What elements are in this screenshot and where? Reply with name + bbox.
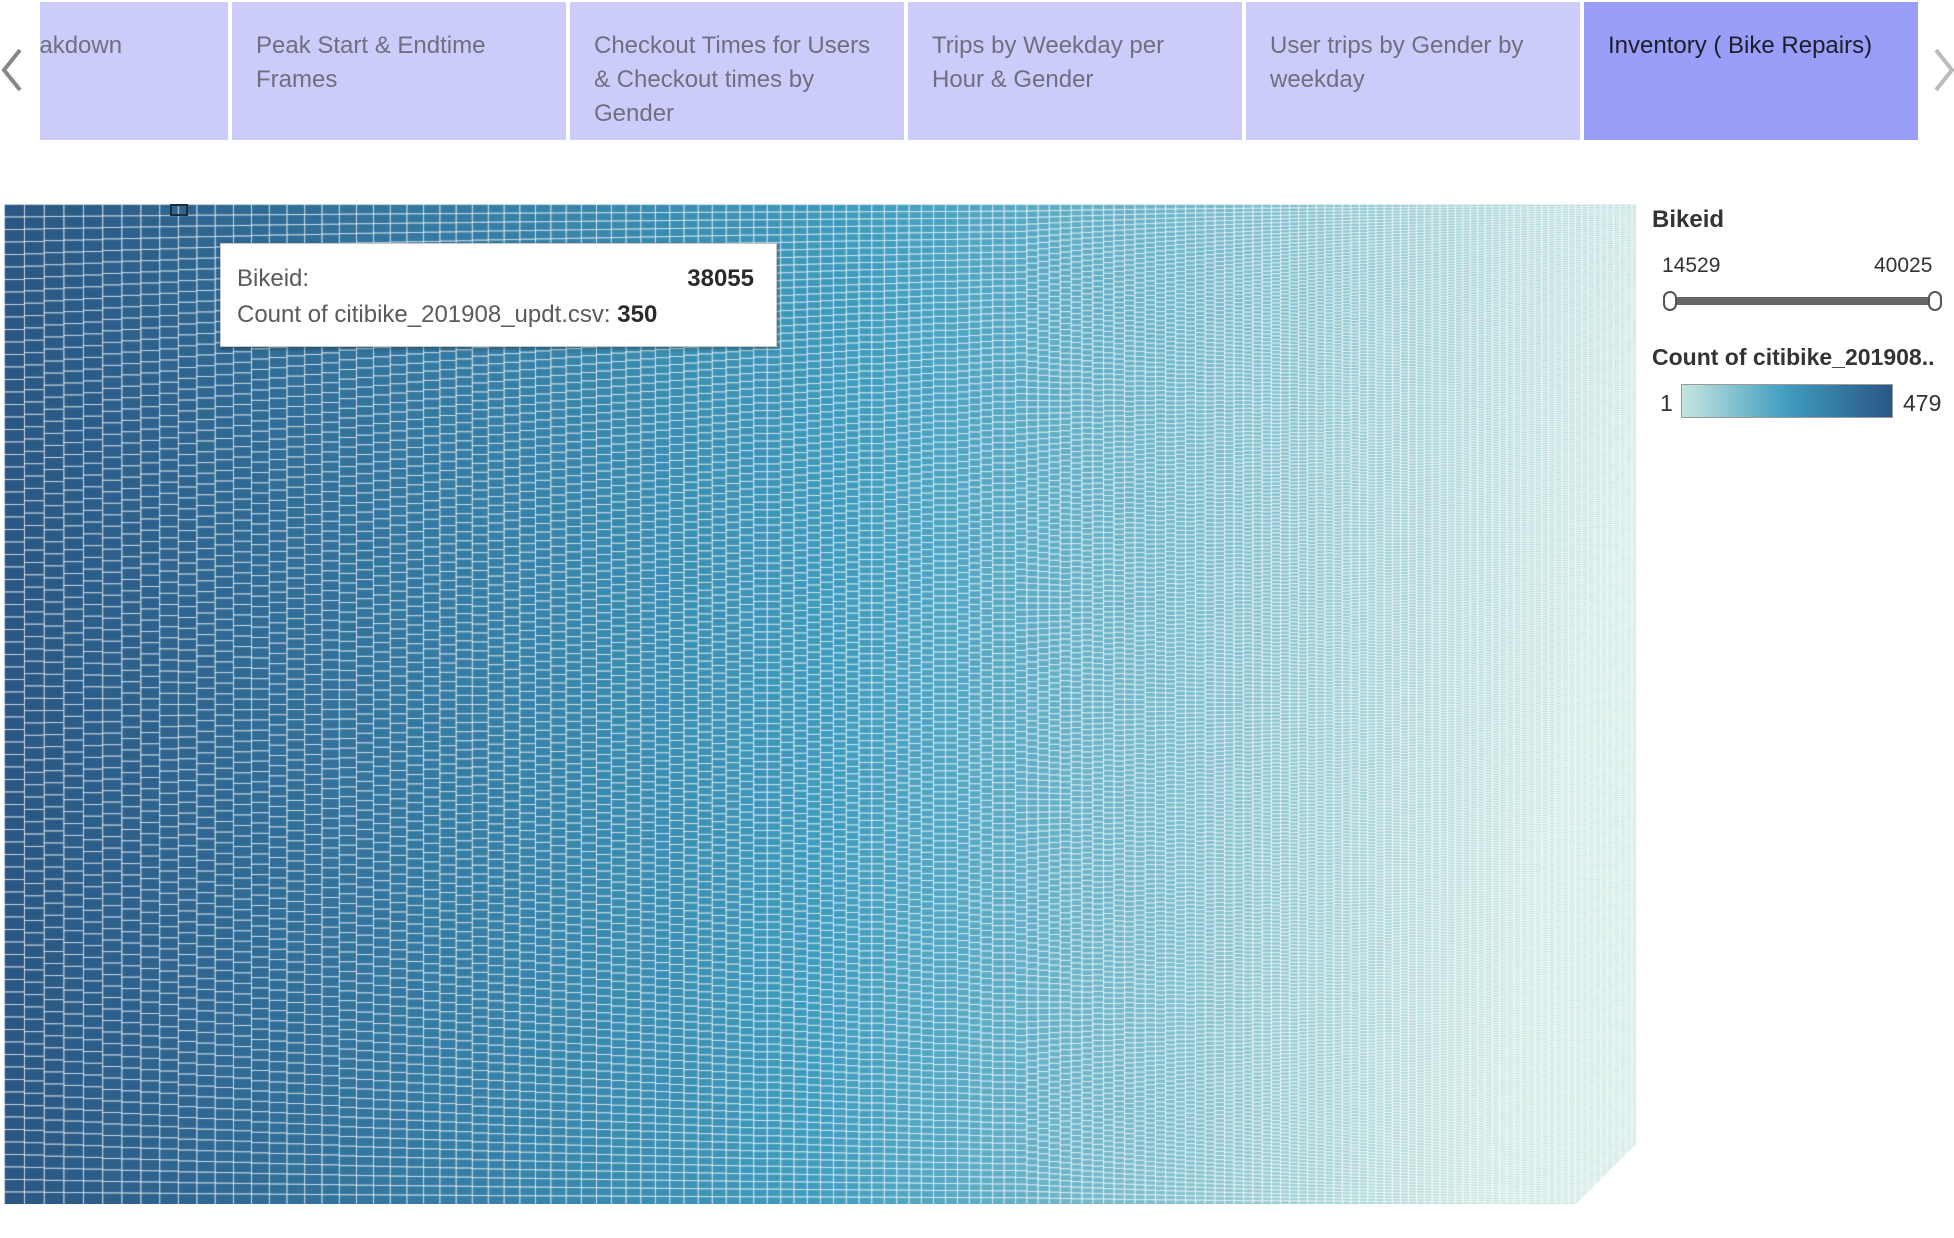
tab-user-trips-gender[interactable]: User trips by Gender by weekday: [1246, 2, 1580, 140]
tooltip-row-count: Count of citibike_201908_updt.csv: 350: [237, 297, 754, 333]
tab-label: Trips by Weekday per Hour & Gender: [932, 32, 1165, 93]
tooltip-row-bikeid: Bikeid: 38055: [237, 261, 754, 297]
tab-trips-by-weekday[interactable]: Trips by Weekday per Hour & Gender: [908, 2, 1242, 140]
treemap-canvas[interactable]: [4, 204, 1636, 1204]
tab-label: Peak Start & Endtime Frames: [256, 32, 486, 93]
color-legend-min: 1: [1660, 390, 1673, 416]
tooltip-bikeid-label: Bikeid:: [237, 265, 310, 292]
tooltip-count-value: 350: [617, 301, 658, 328]
slider-handle-min[interactable]: [1663, 291, 1677, 311]
tab-label: Checkout Times for Users & Checkout time…: [594, 32, 871, 127]
bikeid-range-min: 14529: [1662, 254, 1721, 277]
chevron-left-icon[interactable]: [0, 40, 30, 100]
bikeid-filter-title: Bikeid: [1652, 206, 1725, 233]
tab-label: User trips by Gender by weekday: [1270, 32, 1524, 93]
tab-checkout-times[interactable]: Checkout Times for Users & Checkout time…: [570, 2, 904, 140]
chevron-right-icon[interactable]: [1930, 40, 1954, 100]
tab-label: Inventory ( Bike Repairs): [1608, 32, 1873, 59]
color-legend-max: 479: [1903, 390, 1942, 416]
color-legend-ramp: [1681, 384, 1893, 418]
bikeid-treemap[interactable]: [4, 204, 1636, 1204]
bikeid-range-max: 40025: [1874, 254, 1933, 277]
tab-breakdown[interactable]: eakdown: [40, 2, 228, 140]
tooltip-count-label: Count of citibike_201908_updt.csv:: [237, 301, 611, 328]
tab-peak-start-endtime[interactable]: Peak Start & Endtime Frames: [232, 2, 566, 140]
bikeid-range-slider[interactable]: [1668, 297, 1936, 305]
color-legend-title: Count of citibike_201908..: [1652, 344, 1935, 370]
story-tab-strip: eakdown Peak Start & Endtime Frames Chec…: [40, 2, 1918, 140]
tab-inventory-bike-repairs[interactable]: Inventory ( Bike Repairs): [1584, 2, 1918, 140]
tooltip: Bikeid: 38055 Count of citibike_201908_u…: [220, 243, 777, 347]
tooltip-bikeid-value: 38055: [687, 265, 754, 292]
tab-label: eakdown: [40, 32, 123, 59]
slider-handle-max[interactable]: [1928, 291, 1942, 311]
